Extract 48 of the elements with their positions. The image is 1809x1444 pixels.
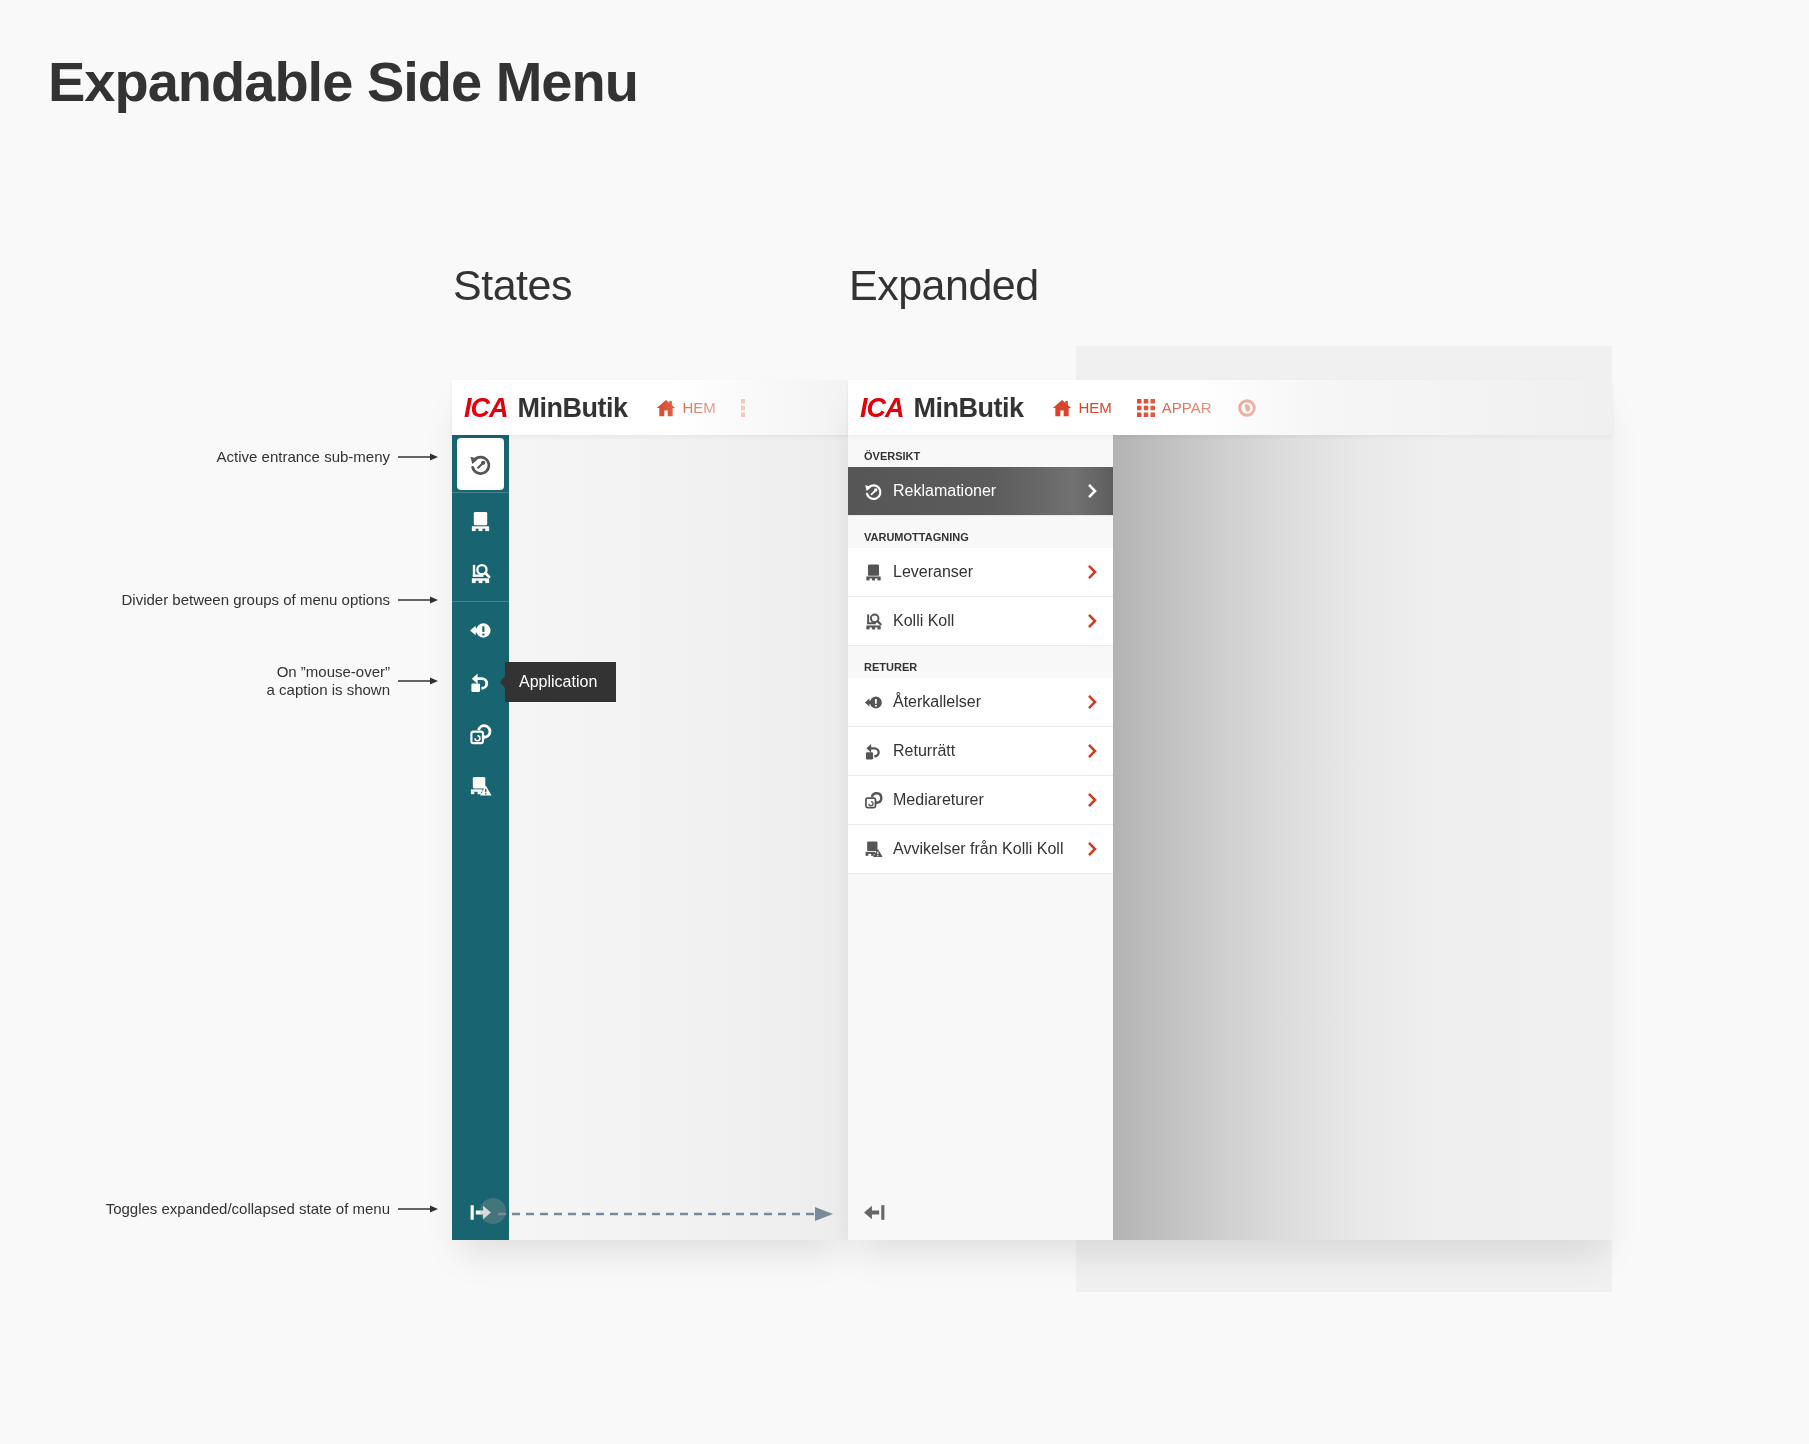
section-heading: ÖVERSIKT	[863, 449, 922, 464]
section-title: States	[453, 260, 572, 310]
sidebar-button[interactable]	[457, 438, 504, 490]
menu-item[interactable]: Mediareturer	[848, 776, 1113, 825]
pallet-box-icon	[864, 562, 883, 582]
chevron-icon	[1087, 613, 1097, 629]
chevron-icon	[1087, 841, 1097, 857]
chevron-icon	[1087, 483, 1097, 499]
chevron-icon	[1087, 792, 1097, 808]
menu-item[interactable]: Återkallelser	[848, 678, 1113, 727]
click-indicator-icon	[480, 1198, 506, 1224]
pallet-box-icon	[469, 509, 492, 533]
app-name: MinButik	[913, 391, 1024, 424]
grid-icon	[1136, 398, 1155, 417]
menu-item[interactable]: Kolli Koll	[848, 597, 1113, 646]
annotation-text: Toggles expanded/collapsed state of menu	[105, 1200, 390, 1218]
chevron-icon	[1087, 743, 1097, 759]
menu-item[interactable]: Leveranser	[848, 548, 1113, 597]
menu-item[interactable]: Returrätt	[848, 727, 1113, 776]
profile-icon	[1236, 397, 1257, 418]
menu-item[interactable]: Reklamationer	[848, 467, 1113, 516]
leader-arrow	[398, 453, 438, 461]
vertical-dots-icon	[740, 398, 746, 417]
logo: ICA	[464, 391, 508, 424]
section-title: Expanded	[849, 260, 1039, 310]
logo: ICA	[860, 391, 904, 424]
pallet-warning-icon	[864, 839, 883, 859]
chevron-icon	[1087, 694, 1097, 710]
pallet-magnifier-icon	[469, 561, 492, 585]
annotation-text: Divider between groups of menu options	[121, 591, 390, 609]
circular-arrow-icon	[864, 481, 883, 501]
box-circular-arrow-icon	[469, 722, 492, 746]
section-heading: RETURER	[863, 660, 919, 675]
leader-arrow	[398, 1205, 438, 1213]
pallet-warning-icon	[469, 774, 492, 798]
annotation-text: Active entrance sub-meny	[216, 448, 390, 466]
leader-arrow	[398, 596, 438, 604]
box-circular-arrow-icon	[864, 790, 883, 810]
section-heading: VARUMOTTAGNING	[863, 530, 970, 545]
nav-link[interactable]: HEM	[1051, 397, 1112, 418]
menu-item[interactable]: Avvikelser från Kolli Koll	[848, 825, 1113, 874]
app-name: MinButik	[517, 391, 628, 424]
tooltip: Application	[500, 662, 617, 702]
chevron-icon	[1087, 564, 1097, 580]
page-title: Expandable Side Menu	[47, 49, 638, 114]
pallet-magnifier-icon	[864, 611, 883, 631]
annotation-text: On ”mouse-over” a caption is shown	[266, 663, 390, 699]
leader-arrow	[398, 677, 438, 685]
